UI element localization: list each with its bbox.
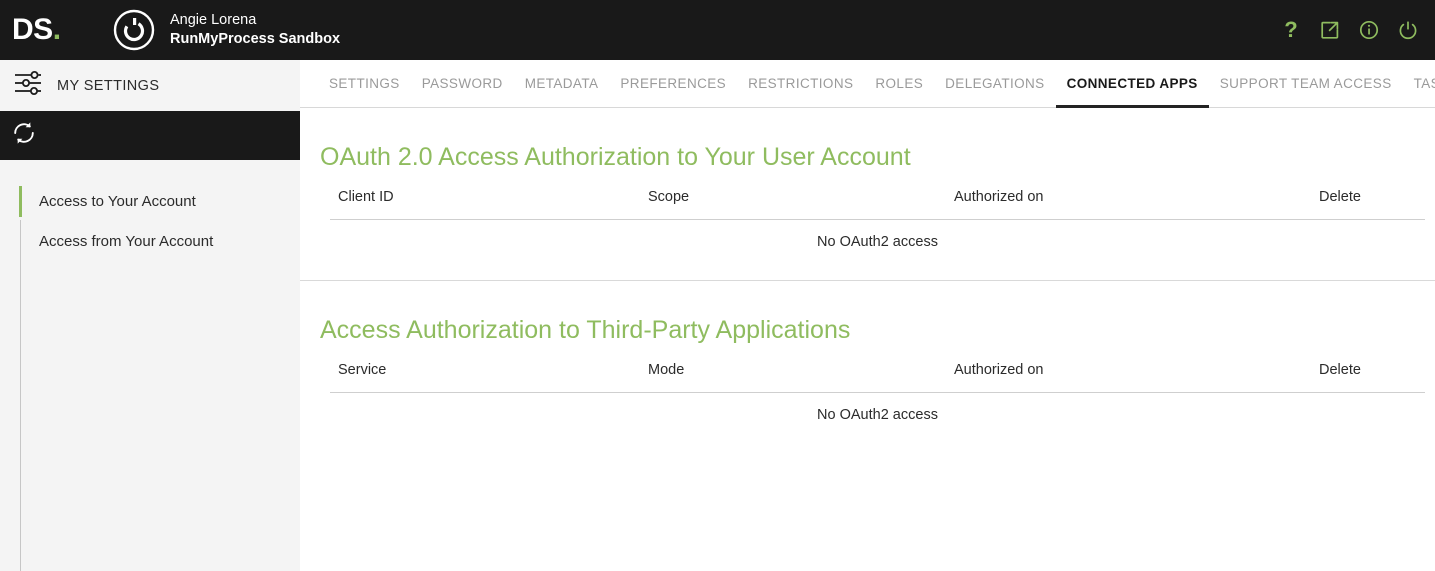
brand-logo-dot: . bbox=[52, 13, 62, 46]
page-root: DS. Angie Lorena RunMyProcess Sandbox ? bbox=[0, 0, 1435, 571]
brand-logo[interactable]: DS. bbox=[12, 15, 98, 45]
tab-bar: SETTINGS PASSWORD METADATA PREFERENCES R… bbox=[300, 60, 1435, 108]
tab-connected-apps[interactable]: CONNECTED APPS bbox=[1056, 60, 1209, 108]
section-third-party-applications: Access Authorization to Third-Party Appl… bbox=[300, 281, 1435, 423]
ds-ring-logo-icon bbox=[112, 8, 156, 52]
tab-restrictions[interactable]: RESTRICTIONS bbox=[737, 60, 864, 108]
refresh-sync-icon[interactable] bbox=[10, 119, 38, 152]
section-oauth-access-to-user-account: OAuth 2.0 Access Authorization to Your U… bbox=[300, 108, 1435, 250]
table-empty-row: No OAuth2 access bbox=[330, 220, 1425, 250]
table-header-row: Client ID Scope Authorized on Delete bbox=[330, 173, 1425, 220]
column-header-authorized-on: Authorized on bbox=[946, 173, 1311, 220]
help-question-icon[interactable]: ? bbox=[1280, 19, 1302, 41]
topbar-actions: ? bbox=[1280, 0, 1419, 60]
column-header-service: Service bbox=[330, 346, 640, 393]
column-header-delete: Delete bbox=[1311, 173, 1425, 220]
tab-metadata[interactable]: METADATA bbox=[514, 60, 610, 108]
sidebar-nav-rail bbox=[20, 220, 21, 571]
tab-tasks[interactable]: TASKS bbox=[1403, 60, 1435, 108]
sidebar-header-my-settings[interactable]: MY SETTINGS bbox=[0, 60, 300, 111]
tab-preferences[interactable]: PREFERENCES bbox=[609, 60, 737, 108]
sidebar: MY SETTINGS Access to Your Account Acces… bbox=[0, 60, 300, 571]
sidebar-item-access-to-your-account[interactable]: Access to Your Account bbox=[0, 181, 300, 221]
tab-roles[interactable]: ROLES bbox=[864, 60, 934, 108]
sidebar-refresh-band bbox=[0, 111, 300, 160]
column-header-delete: Delete bbox=[1311, 346, 1425, 393]
sidebar-header-label: MY SETTINGS bbox=[57, 77, 160, 94]
column-header-authorized-on: Authorized on bbox=[946, 346, 1311, 393]
oauth-access-table: Client ID Scope Authorized on Delete No … bbox=[330, 173, 1425, 250]
sliders-settings-icon bbox=[13, 70, 43, 101]
top-header-bar: DS. Angie Lorena RunMyProcess Sandbox ? bbox=[0, 0, 1435, 60]
organization-names: Angie Lorena RunMyProcess Sandbox bbox=[170, 11, 340, 49]
sidebar-item-access-from-your-account[interactable]: Access from Your Account bbox=[0, 221, 300, 261]
tab-password[interactable]: PASSWORD bbox=[411, 60, 514, 108]
external-link-icon[interactable] bbox=[1319, 19, 1341, 41]
table-empty-row: No OAuth2 access bbox=[330, 393, 1425, 423]
brand-logo-text: DS bbox=[12, 13, 53, 46]
table-header-row: Service Mode Authorized on Delete bbox=[330, 346, 1425, 393]
main-content: SETTINGS PASSWORD METADATA PREFERENCES R… bbox=[300, 60, 1435, 571]
empty-state-message: No OAuth2 access bbox=[817, 407, 938, 423]
third-party-access-table: Service Mode Authorized on Delete No OAu… bbox=[330, 346, 1425, 423]
tab-support-team-access[interactable]: SUPPORT TEAM ACCESS bbox=[1209, 60, 1403, 108]
user-name: Angie Lorena bbox=[170, 12, 257, 28]
power-icon[interactable] bbox=[1397, 19, 1419, 41]
section-title: OAuth 2.0 Access Authorization to Your U… bbox=[320, 143, 911, 171]
column-header-client-id: Client ID bbox=[330, 173, 640, 220]
tenant-name: RunMyProcess Sandbox bbox=[170, 31, 341, 47]
organization-block: Angie Lorena RunMyProcess Sandbox bbox=[112, 8, 340, 52]
section-title: Access Authorization to Third-Party Appl… bbox=[320, 316, 851, 344]
info-icon[interactable] bbox=[1358, 19, 1380, 41]
tab-delegations[interactable]: DELEGATIONS bbox=[934, 60, 1055, 108]
sidebar-item-label: Access from Your Account bbox=[39, 232, 214, 250]
tab-settings[interactable]: SETTINGS bbox=[318, 60, 411, 108]
column-header-scope: Scope bbox=[640, 173, 946, 220]
empty-state-message: No OAuth2 access bbox=[817, 234, 938, 250]
sidebar-item-label: Access to Your Account bbox=[39, 192, 196, 210]
sidebar-nav-list: Access to Your Account Access from Your … bbox=[0, 160, 300, 261]
column-header-mode: Mode bbox=[640, 346, 946, 393]
